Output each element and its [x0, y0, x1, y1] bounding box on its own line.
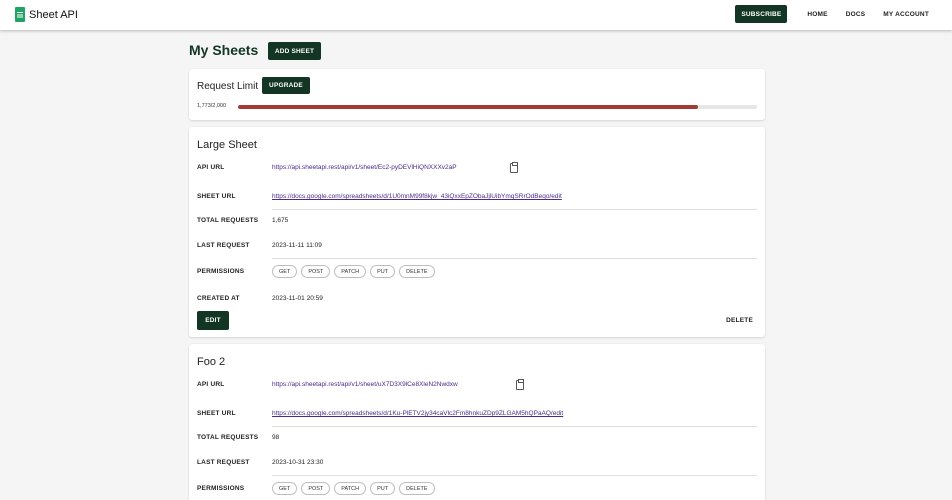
api-url-label: API URL	[197, 381, 225, 388]
permission-chip-delete[interactable]: DELETE	[399, 482, 435, 495]
nav-docs-link[interactable]: DOCS	[837, 11, 875, 18]
permission-chip-get[interactable]: GET	[272, 265, 298, 278]
upgrade-button[interactable]: UPGRADE	[262, 77, 310, 94]
permissions-label: PERMISSIONS	[197, 268, 245, 275]
created-at-label: CREATED AT	[197, 295, 240, 302]
permissions-label: PERMISSIONS	[197, 485, 245, 492]
permission-chip-post[interactable]: POST	[301, 482, 331, 495]
sheet-card: Large Sheet API URL https://api.sheetapi…	[189, 127, 765, 337]
permission-chip-patch[interactable]: PATCH	[334, 482, 367, 495]
total-requests-label: TOTAL REQUESTS	[197, 217, 259, 224]
permissions-chips: GET POST PATCH PUT DELETE	[272, 482, 435, 495]
nav-home-link[interactable]: HOME	[798, 11, 836, 18]
sheet-name: Large Sheet	[197, 139, 257, 151]
last-request-label: LAST REQUEST	[197, 459, 250, 466]
request-limit-progress-track	[238, 105, 757, 109]
last-request-value: 2023-10-31 23:30	[272, 459, 324, 466]
api-url-value[interactable]: https://api.sheetapi.rest/api/v1/sheet/u…	[272, 381, 458, 388]
sheet-url-label: SHEET URL	[197, 410, 236, 417]
sheet-url-link[interactable]: https://docs.google.com/spreadsheets/d/1…	[272, 193, 562, 200]
permission-chip-post[interactable]: POST	[301, 265, 331, 278]
add-sheet-button[interactable]: ADD SHEET	[268, 42, 321, 60]
copy-icon[interactable]	[510, 162, 518, 173]
brand-name: Sheet API	[29, 8, 78, 21]
delete-button[interactable]: DELETE	[726, 317, 753, 324]
request-limit-count: 1,773/2,000	[197, 103, 227, 109]
row-divider	[272, 475, 757, 476]
total-requests-value: 1,675	[272, 217, 289, 224]
nav-menu: SUBSCRIBE HOME DOCS MY ACCOUNT	[735, 5, 938, 23]
api-url-label: API URL	[197, 164, 225, 171]
total-requests-value: 98	[272, 434, 280, 441]
sheet-url-label: SHEET URL	[197, 193, 236, 200]
row-divider	[272, 426, 757, 427]
row-divider	[272, 209, 757, 210]
last-request-value: 2023-11-11 11:09	[272, 242, 322, 249]
edit-button[interactable]: EDIT	[197, 311, 229, 330]
permission-chip-get[interactable]: GET	[272, 482, 298, 495]
page-title: My Sheets	[189, 42, 259, 58]
permissions-chips: GET POST PATCH PUT DELETE	[272, 265, 435, 278]
top-navbar: Sheet API SUBSCRIBE HOME DOCS MY ACCOUNT	[0, 0, 952, 30]
row-divider	[272, 258, 757, 259]
permission-chip-put[interactable]: PUT	[370, 482, 396, 495]
last-request-label: LAST REQUEST	[197, 242, 250, 249]
total-requests-label: TOTAL REQUESTS	[197, 434, 259, 441]
sheet-name: Foo 2	[197, 356, 226, 368]
nav-account-link[interactable]: MY ACCOUNT	[874, 11, 938, 18]
request-limit-label: Request Limit	[197, 81, 259, 92]
created-at-value: 2023-11-01 20:59	[272, 295, 323, 302]
api-url-value[interactable]: https://api.sheetapi.rest/api/v1/sheet/E…	[272, 164, 457, 171]
request-limit-progress-fill	[238, 105, 699, 109]
permission-chip-put[interactable]: PUT	[370, 265, 396, 278]
copy-icon[interactable]	[516, 379, 524, 390]
subscribe-button[interactable]: SUBSCRIBE	[735, 5, 788, 23]
permission-chip-patch[interactable]: PATCH	[334, 265, 367, 278]
sheets-icon	[15, 7, 25, 22]
sheet-url-link[interactable]: https://docs.google.com/spreadsheets/d/1…	[272, 410, 563, 417]
request-limit-card: Request Limit UPGRADE 1,773/2,000	[189, 69, 765, 120]
brand[interactable]: Sheet API	[15, 7, 78, 22]
sheet-card: Foo 2 API URL https://api.sheetapi.rest/…	[189, 344, 765, 500]
permission-chip-delete[interactable]: DELETE	[399, 265, 435, 278]
